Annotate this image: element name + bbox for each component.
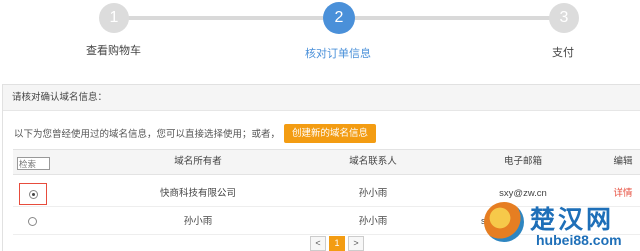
header-owner: 域名所有者 (174, 156, 222, 167)
step-connector (352, 16, 552, 20)
contact-cell: 孙小雨 (358, 216, 388, 227)
step-1-label: 查看购物车 (86, 45, 141, 57)
next-page-button[interactable]: > (348, 236, 364, 251)
step-2-label: 核对订单信息 (305, 48, 371, 60)
order-stepper: 1 2 3 查看购物车 核对订单信息 支付 (0, 0, 640, 70)
header-contact: 域名联系人 (349, 156, 397, 167)
hint-row: 以下为您曾经使用过的域名信息，您可以直接选择使用；或者， 创建新的域名信息 (14, 123, 377, 143)
row-select-highlight (19, 183, 47, 205)
step-1-circle: 1 (99, 3, 129, 33)
prev-page-button[interactable]: < (310, 236, 326, 251)
panel-title: 请核对确认域名信息： (3, 85, 640, 111)
row-select (19, 211, 47, 233)
step-3-circle: 3 (549, 3, 579, 33)
row-radio[interactable] (28, 217, 37, 226)
contact-cell: 孙小雨 (358, 188, 388, 199)
header-edit: 编辑 (613, 156, 633, 167)
search-input[interactable] (17, 157, 50, 170)
pagination: < 1 > (310, 236, 364, 251)
row-radio[interactable] (29, 190, 38, 199)
table-header: 域名所有者 域名联系人 电子邮箱 编辑 (13, 149, 640, 175)
watermark-title: 楚汉网 (530, 205, 615, 234)
watermark: 楚汉网 hubei88.com (476, 196, 640, 251)
owner-cell: 孙小雨 (183, 216, 213, 227)
owner-cell: 快商科技有限公司 (159, 188, 236, 199)
step-connector (126, 16, 326, 20)
hint-text: 以下为您曾经使用过的域名信息，您可以直接选择使用；或者， (14, 129, 281, 140)
step-2-circle: 2 (323, 2, 355, 34)
watermark-url: hubei88.com (536, 232, 622, 248)
watermark-logo-icon (484, 202, 524, 242)
page-1-button[interactable]: 1 (329, 236, 345, 251)
header-email: 电子邮箱 (503, 156, 542, 167)
step-3-label: 支付 (552, 47, 574, 59)
create-domain-info-button[interactable]: 创建新的域名信息 (284, 123, 377, 143)
